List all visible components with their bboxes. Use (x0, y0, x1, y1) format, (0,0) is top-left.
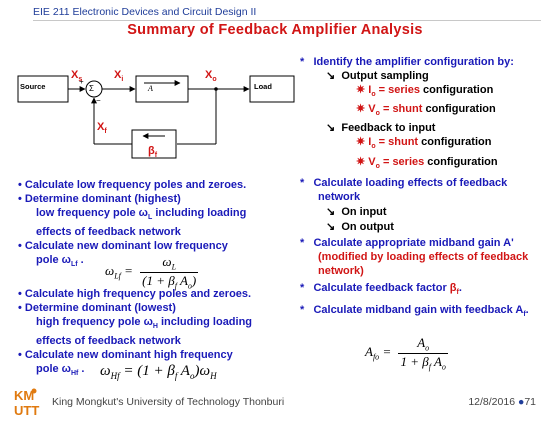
left-bullet-2: • Determine dominant (highest) (18, 193, 181, 205)
right-bullet-3: * Calculate appropriate midband gain A' (300, 236, 514, 249)
right-bullet-2-line-b: network (318, 190, 361, 203)
right-sub-output-sampling: ↘ Output sampling (326, 70, 429, 82)
slide-title: Summary of Feedback Amplifier Analysis (127, 22, 423, 38)
xi-label: Xi (114, 69, 124, 84)
right-column: * Identify the amplifier configuration b… (300, 55, 545, 322)
xf-label: Xf (97, 121, 107, 136)
xs-label: Xs (71, 69, 83, 84)
left-bullet-2-line-b: effects of feedback network (36, 226, 181, 239)
summing-junction-symbol: Σ (89, 84, 94, 93)
source-block-label: Source (20, 82, 46, 91)
right-sub-feedback-input: ↘ Feedback to input (326, 122, 436, 135)
left-bullet-2-line-a: low frequency pole ωL including loading (36, 207, 247, 222)
university-name: King Mongkut's University of Technology … (52, 396, 285, 408)
svg-text:UTT: UTT (14, 403, 39, 418)
slide-page-number: 71 (524, 396, 536, 408)
right-bullet-5: * Calculate midband gain with feedback A… (300, 303, 529, 319)
course-header: EIE 211 Electronic Devices and Circuit D… (33, 6, 257, 18)
kmutt-logo: KM UTT (14, 388, 39, 418)
right-bullet-1: * Identify the amplifier configuration b… (300, 56, 514, 68)
header-divider (33, 20, 541, 21)
left-bullet-6: • Calculate new dominant high frequency (18, 349, 233, 362)
right-bullet-3-line-b: network) (318, 264, 364, 277)
right-io-shunt: ✷ Io = shunt configuration (356, 136, 492, 151)
minus-sign: − (96, 96, 101, 105)
left-bullet-1: • Calculate low frequency poles and zero… (18, 179, 247, 191)
xo-label: Xo (205, 69, 217, 84)
left-bullet-5-line-b: effects of feedback network (36, 335, 181, 348)
amplifier-gain-label: A (148, 84, 153, 93)
left-bullet-4: • Calculate high frequency poles and zer… (18, 288, 252, 300)
slide-date: 12/8/2016 (468, 396, 516, 408)
right-vo-series: ✷ Vo = series configuration (356, 155, 498, 170)
slide-date-page: 12/8/2016 ●71 (468, 396, 536, 408)
left-bullet-5-line-a: high frequency pole ωH including loading (36, 316, 253, 331)
right-sub-on-output: ↘ On output (326, 220, 394, 233)
beta-f-label: βf (148, 145, 158, 160)
omega-hf-formula: ωHf = (1 + βf Ao)ωH (100, 363, 217, 381)
right-bullet-3-line-a: (modified by loading effects of feedback (318, 250, 529, 263)
right-bullet-2: * Calculate loading effects of feedback (300, 176, 508, 189)
right-io-series: ✷ Io = series configuration (356, 84, 494, 99)
left-bullet-3: • Calculate new dominant low frequency (18, 240, 228, 253)
left-bullet-5: • Determine dominant (lowest) (18, 302, 176, 314)
right-bullet-4: * Calculate feedback factor βf. (300, 281, 462, 296)
svg-text:KM: KM (14, 388, 34, 403)
omega-lf-formula: ωLf = ωL (1 + βf Ao) (105, 254, 199, 291)
right-vo-shunt: ✷ Vo = shunt configuration (356, 103, 496, 118)
right-sub-on-input: ↘ On input (326, 205, 387, 218)
load-block-label: Load (254, 82, 272, 91)
afo-formula: Afo = Ao 1 + βf Ao (365, 335, 448, 372)
